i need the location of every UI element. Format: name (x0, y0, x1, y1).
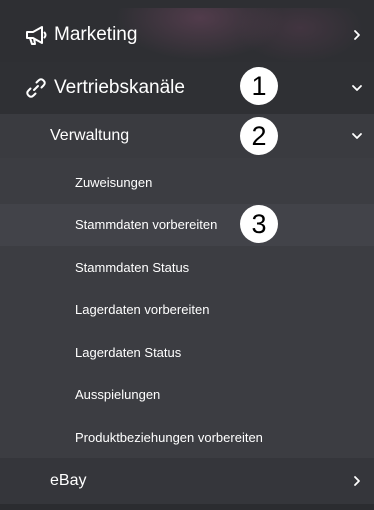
sidebar-navigation: Marketing Vertriebskanäle Verwaltung Zuw… (0, 0, 374, 510)
nav-leaf-zuweisungen[interactable]: Zuweisungen (0, 161, 374, 204)
nav-item-vertriebskanaele-label: Vertriebskanäle (54, 77, 185, 98)
nav-subitem-ebay[interactable]: eBay (0, 458, 374, 504)
annotation-badge-2: 2 (240, 117, 278, 155)
nav-leaf-label: Ausspielungen (75, 387, 161, 403)
nav-leaf-lagerdaten-status[interactable]: Lagerdaten Status (0, 331, 374, 374)
nav-leaf-label: Lagerdaten Status (75, 344, 182, 360)
nav-leaf-lagerdaten-vorbereiten[interactable]: Lagerdaten vorbereiten (0, 289, 374, 332)
nav-item-vertriebskanaele[interactable]: Vertriebskanäle (0, 62, 374, 114)
nav-subitem-ebay-label: eBay (50, 472, 87, 489)
nav-leaf-produktbeziehungen-vorbereiten[interactable]: Produktbeziehungen vorbereiten (0, 416, 374, 459)
nav-leaf-label: Stammdaten Status (75, 259, 190, 275)
nav-leaf-label: Stammdaten vorbereiten (75, 217, 218, 233)
chevron-right-icon (350, 28, 364, 42)
nav-leaf-label: Zuweisungen (75, 174, 153, 190)
nav-subitem-verwaltung-label: Verwaltung (50, 127, 130, 144)
annotation-badge-1: 1 (240, 67, 278, 105)
nav-subitem-verwaltung[interactable]: Verwaltung (0, 114, 374, 158)
top-edge (0, 0, 374, 8)
nav-item-marketing-label: Marketing (54, 24, 138, 45)
chevron-down-icon (350, 81, 364, 95)
chevron-down-icon (350, 129, 364, 143)
nav-leaf-stammdaten-status[interactable]: Stammdaten Status (0, 246, 374, 289)
nav-leaf-label: Lagerdaten vorbereiten (75, 302, 210, 318)
nav-leaf-ausspielungen[interactable]: Ausspielungen (0, 374, 374, 417)
bottom-edge (0, 504, 374, 510)
megaphone-icon (24, 23, 48, 47)
chevron-right-icon (350, 474, 364, 488)
nav-leaf-stammdaten-vorbereiten[interactable]: Stammdaten vorbereiten (0, 203, 374, 246)
annotation-badge-3: 3 (240, 205, 278, 243)
nav-leaf-label: Produktbeziehungen vorbereiten (75, 429, 263, 445)
nav-item-marketing[interactable]: Marketing (0, 8, 374, 62)
link-icon (24, 76, 48, 100)
